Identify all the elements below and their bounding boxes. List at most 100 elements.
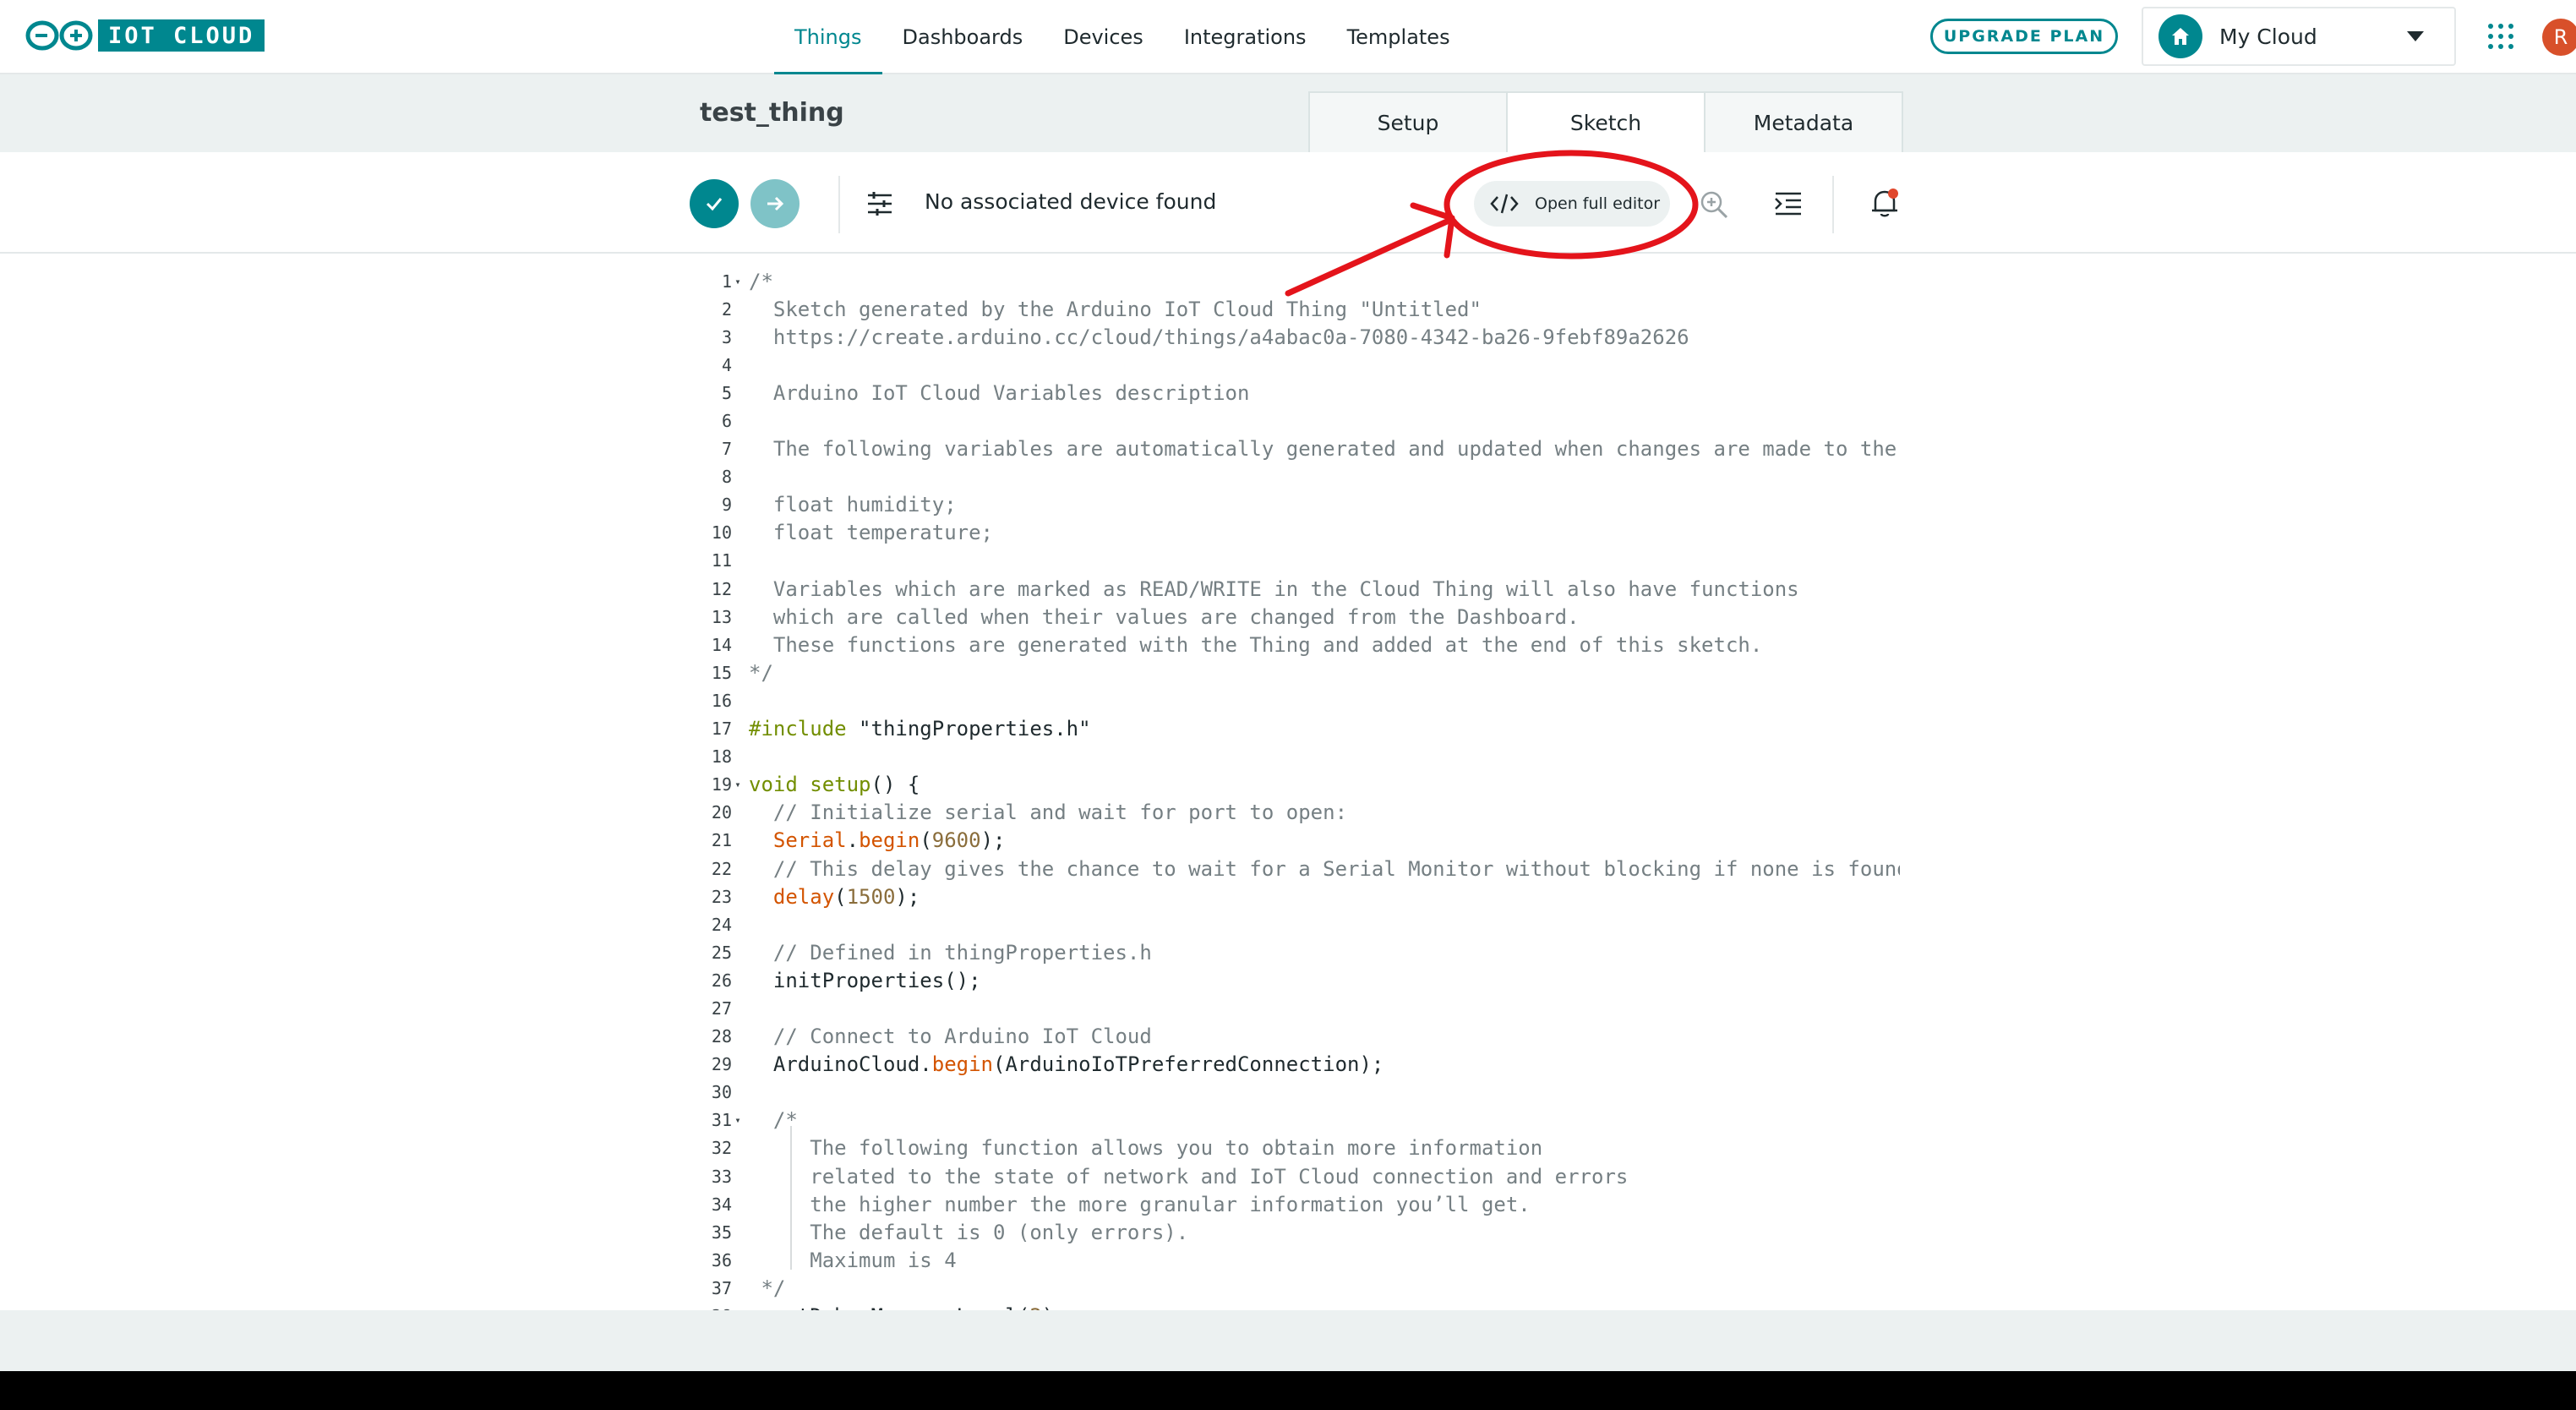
- code-line: 13 which are called when their values ar…: [683, 603, 1900, 631]
- line-number: 1: [721, 271, 732, 292]
- line-number: 36: [711, 1249, 732, 1271]
- code-line: 25 // Defined in thingProperties.h: [683, 938, 1900, 966]
- thing-title: test_thing: [700, 98, 844, 128]
- nav-templates[interactable]: Templates: [1327, 0, 1471, 74]
- line-number: 12: [711, 578, 732, 599]
- code-text: Sketch generated by the Arduino IoT Clou…: [749, 297, 1482, 321]
- fold-arrow-icon[interactable]: ▾: [732, 779, 744, 790]
- code-line: 20 // Initialize serial and wait for por…: [683, 799, 1900, 827]
- code-line: 16: [683, 686, 1900, 714]
- line-number: 4: [721, 354, 732, 375]
- line-number: 5: [721, 382, 732, 403]
- arduino-iot-cloud-logo[interactable]: IOT CLOUD: [24, 19, 265, 52]
- line-number: 32: [711, 1138, 732, 1159]
- space-selector[interactable]: My Cloud: [2142, 7, 2456, 66]
- tab-sketch[interactable]: Sketch: [1506, 91, 1706, 152]
- code-line: 17 #include "thingProperties.h": [683, 715, 1900, 743]
- line-number: 31: [711, 1110, 732, 1131]
- main-nav: Things Dashboards Devices Integrations T…: [774, 0, 1471, 75]
- code-line: 29 ArduinoCloud.begin(ArduinoIoTPreferre…: [683, 1051, 1900, 1079]
- open-full-editor-label: Open full editor: [1535, 194, 1661, 213]
- line-number: 22: [711, 858, 732, 879]
- code-line: 35 The default is 0 (only errors).: [683, 1218, 1900, 1246]
- verify-button[interactable]: [690, 179, 739, 228]
- line-number: 9: [721, 495, 732, 516]
- code-line: 2 Sketch generated by the Arduino IoT Cl…: [683, 295, 1900, 323]
- nav-things[interactable]: Things: [774, 0, 882, 75]
- footer-area: [0, 1310, 2576, 1371]
- space-label: My Cloud: [2219, 24, 2317, 49]
- code-text: float humidity;: [749, 493, 957, 517]
- line-number: 16: [711, 690, 732, 711]
- line-number: 29: [711, 1054, 732, 1075]
- code-icon: [1490, 194, 1519, 214]
- arduino-infinity-icon: [25, 20, 93, 51]
- code-text: The following variables are automaticall…: [749, 437, 1897, 462]
- code-editor[interactable]: 1 ▾/* 2 Sketch generated by the Arduino Io…: [683, 255, 1900, 1310]
- tab-metadata[interactable]: Metadata: [1704, 91, 1903, 152]
- upgrade-plan-button[interactable]: UPGRADE PLAN: [1930, 19, 2118, 54]
- code-line: 4: [683, 351, 1900, 379]
- line-number: 25: [711, 942, 732, 963]
- fold-arrow-icon[interactable]: ▾: [732, 1114, 744, 1126]
- code-text: Arduino IoT Cloud Variables description: [749, 380, 1250, 405]
- apps-grid-icon[interactable]: [2488, 24, 2513, 49]
- code-line: 26 initProperties();: [683, 966, 1900, 994]
- toolbar-divider: [1832, 176, 1834, 233]
- line-number: 28: [711, 1026, 732, 1047]
- code-line: 14 These functions are generated with th…: [683, 631, 1900, 659]
- line-number: 2: [721, 298, 732, 320]
- indent-icon[interactable]: [1773, 189, 1804, 220]
- code-text: // Connect to Arduino IoT Cloud: [749, 1025, 1152, 1049]
- code-line: 24: [683, 910, 1900, 938]
- line-number: 37: [711, 1277, 732, 1298]
- line-number: 17: [711, 719, 732, 740]
- code-line: 1 ▾ /*: [683, 267, 1900, 295]
- code-text: // Initialize serial and wait for port t…: [749, 801, 1348, 825]
- code-text: // Defined in thingProperties.h: [749, 940, 1152, 965]
- zoom-icon[interactable]: [1699, 189, 1729, 220]
- code-line: 38 setDebugMessageLevel(2);: [683, 1302, 1900, 1310]
- line-number: 13: [711, 606, 732, 627]
- line-number: 24: [711, 914, 732, 935]
- toolbar-divider: [838, 176, 840, 233]
- line-number: 27: [711, 997, 732, 1019]
- sketch-toolbar: No associated device found Open full edi…: [0, 152, 2576, 254]
- thing-tabs: Setup Sketch Metadata: [1308, 91, 1903, 152]
- code-line: 9 float humidity;: [683, 491, 1900, 519]
- upload-button[interactable]: [750, 179, 800, 228]
- code-text: ArduinoCloud.begin(ArduinoIoTPreferredCo…: [749, 1052, 1384, 1077]
- code-line: 15 */: [683, 659, 1900, 686]
- code-text: void setup() {: [749, 773, 920, 797]
- code-line: 28 // Connect to Arduino IoT Cloud: [683, 1023, 1900, 1051]
- code-text: the higher number the more granular info…: [749, 1192, 1531, 1216]
- code-line: 12 Variables which are marked as READ/WR…: [683, 575, 1900, 603]
- indent-guide: [790, 1126, 792, 1270]
- fold-arrow-icon[interactable]: ▾: [732, 276, 744, 287]
- code-text: // This delay gives the chance to wait f…: [749, 856, 1900, 881]
- code-text: */: [749, 660, 773, 685]
- check-icon: [706, 198, 723, 211]
- nav-integrations[interactable]: Integrations: [1164, 0, 1327, 74]
- line-number: 26: [711, 970, 732, 991]
- line-number: 14: [711, 634, 732, 655]
- code-line: 34 the higher number the more granular i…: [683, 1190, 1900, 1218]
- code-text: The following function allows you to obt…: [749, 1136, 1543, 1161]
- code-line: 5 Arduino IoT Cloud Variables descriptio…: [683, 379, 1900, 407]
- sliders-icon[interactable]: [865, 189, 894, 218]
- line-number: 8: [721, 467, 732, 488]
- code-line: 3 https://create.arduino.cc/cloud/things…: [683, 323, 1900, 351]
- tab-setup[interactable]: Setup: [1308, 91, 1508, 152]
- nav-dashboards[interactable]: Dashboards: [882, 0, 1044, 74]
- nav-devices[interactable]: Devices: [1043, 0, 1164, 74]
- notification-bell-icon[interactable]: [1868, 186, 1902, 220]
- code-line: 30: [683, 1079, 1900, 1107]
- code-text: #include "thingProperties.h": [749, 717, 1091, 741]
- code-line: 7 The following variables are automatica…: [683, 435, 1900, 463]
- logo-text: IOT CLOUD: [98, 19, 265, 52]
- line-number: 20: [711, 802, 732, 823]
- user-avatar[interactable]: R: [2542, 19, 2576, 56]
- code-line: 33 related to the state of network and I…: [683, 1162, 1900, 1190]
- open-full-editor-button[interactable]: Open full editor: [1474, 181, 1670, 227]
- code-line: 37 */: [683, 1274, 1900, 1302]
